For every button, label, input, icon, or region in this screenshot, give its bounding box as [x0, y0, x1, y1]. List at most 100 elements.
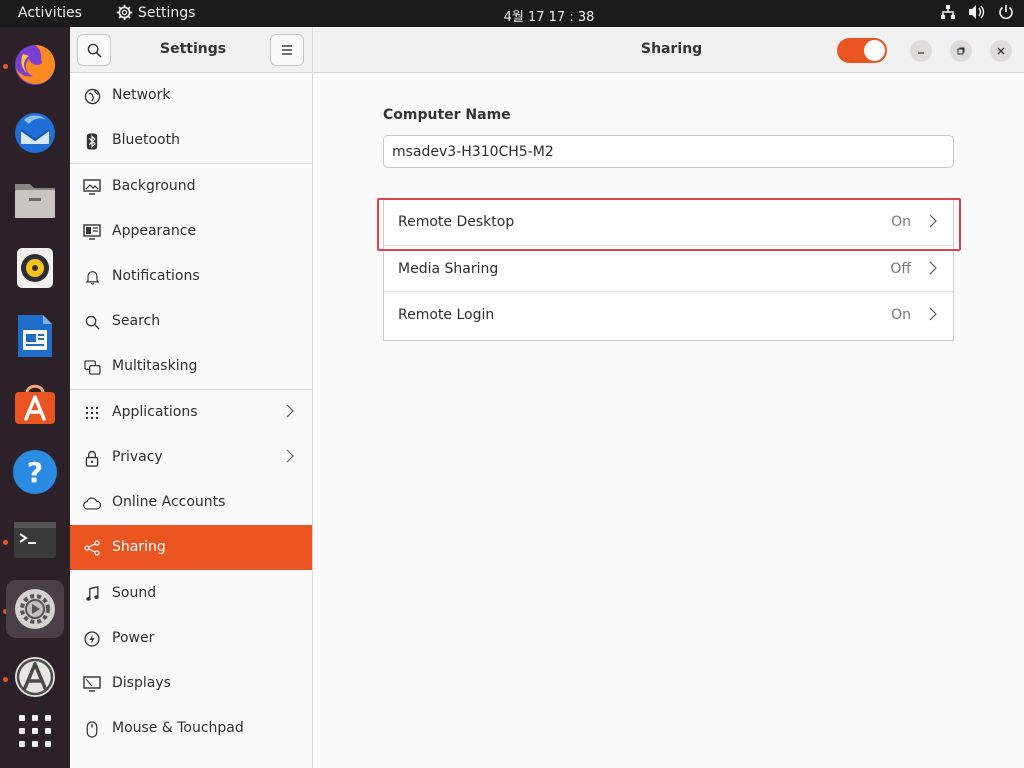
bluetooth-icon	[83, 132, 101, 150]
sidebar-title: Settings	[160, 41, 227, 57]
sharing-master-switch[interactable]	[837, 38, 887, 63]
lock-icon	[83, 449, 101, 467]
sidebar-item-label: Multitasking	[112, 358, 198, 374]
dock: ?	[0, 27, 70, 768]
writer-icon[interactable]	[6, 307, 64, 365]
row-label: Media Sharing	[398, 261, 499, 277]
row-status: On	[891, 307, 911, 323]
settings-window: Settings Sharing Network Bluetooth Backg…	[70, 27, 1024, 768]
row-status: Off	[890, 261, 911, 277]
volume-icon	[969, 5, 985, 19]
power-icon	[83, 630, 101, 648]
svg-text:?: ?	[27, 456, 43, 489]
sidebar-item-applications[interactable]: Applications	[70, 390, 312, 435]
close-button[interactable]	[990, 40, 1012, 62]
firefox-icon[interactable]	[6, 35, 64, 93]
sidebar-item-label: Sound	[112, 585, 157, 601]
remote-login-row[interactable]: Remote Login On	[384, 291, 953, 337]
power-icon	[999, 5, 1013, 20]
clock[interactable]: 4월 17 17 : 38	[0, 6, 1024, 25]
top-bar: Activities Settings 4월 17 17 : 38	[0, 0, 1024, 27]
restore-icon	[957, 47, 965, 55]
display-icon	[83, 675, 101, 693]
sidebar-item-multitasking[interactable]: Multitasking	[70, 344, 312, 389]
network-icon	[941, 5, 955, 19]
chevron-right-icon	[929, 214, 937, 232]
sidebar-item-label: Power	[112, 630, 155, 646]
sidebar-item-privacy[interactable]: Privacy	[70, 435, 312, 480]
sidebar-item-mouse-touchpad[interactable]: Mouse & Touchpad	[70, 706, 312, 751]
sidebar-item-label: Applications	[112, 404, 198, 420]
sidebar-item-notifications[interactable]: Notifications	[70, 254, 312, 299]
search-button[interactable]	[77, 34, 111, 66]
sidebar-item-label: Bluetooth	[112, 132, 180, 148]
sharing-panel: Computer Name Remote Desktop On Media Sh…	[313, 73, 1024, 768]
sidebar-item-network[interactable]: Network	[70, 73, 312, 118]
ubuntu-software-icon[interactable]	[6, 375, 64, 433]
computer-name-field[interactable]	[383, 135, 954, 168]
background-icon	[83, 178, 101, 196]
search-icon	[87, 43, 102, 58]
chevron-right-icon	[929, 261, 937, 279]
minimize-button[interactable]	[910, 40, 932, 62]
settings-dock-icon[interactable]	[6, 580, 64, 638]
sidebar-item-search[interactable]: Search	[70, 299, 312, 344]
search-icon	[83, 313, 101, 331]
multitasking-icon	[83, 358, 101, 376]
sidebar-item-label: Sharing	[112, 539, 166, 555]
sidebar-item-online-accounts[interactable]: Online Accounts	[70, 480, 312, 525]
system-tray[interactable]	[940, 4, 1014, 20]
restore-button[interactable]	[950, 40, 972, 62]
sidebar-item-label: Network	[112, 87, 171, 103]
grid-icon	[83, 404, 101, 422]
sidebar-item-label: Search	[112, 313, 161, 329]
remote-desktop-row[interactable]: Remote Desktop On	[384, 199, 953, 245]
sidebar-item-sharing[interactable]: Sharing	[70, 525, 312, 570]
sidebar-item-label: Privacy	[112, 449, 163, 465]
page-title: Sharing	[641, 41, 703, 57]
help-icon[interactable]: ?	[6, 443, 64, 501]
row-label: Remote Login	[398, 307, 495, 323]
sidebar-item-label: Background	[112, 178, 196, 194]
rhythmbox-icon[interactable]	[6, 239, 64, 297]
settings-sidebar: Network Bluetooth Background Appearance …	[70, 73, 313, 768]
mouse-icon	[83, 720, 101, 738]
chevron-right-icon	[929, 307, 937, 325]
sidebar-item-label: Mouse & Touchpad	[112, 720, 244, 736]
sidebar-item-label: Appearance	[112, 223, 197, 239]
sidebar-item-appearance[interactable]: Appearance	[70, 209, 312, 254]
software-updater-icon[interactable]	[6, 648, 64, 706]
media-sharing-row[interactable]: Media Sharing Off	[384, 245, 953, 291]
main-header: Sharing	[313, 27, 1024, 73]
cloud-icon	[83, 494, 101, 512]
terminal-icon[interactable]	[6, 511, 64, 569]
sidebar-item-displays[interactable]: Displays	[70, 661, 312, 706]
close-icon	[997, 47, 1005, 55]
sidebar-item-background[interactable]: Background	[70, 164, 312, 209]
sidebar-item-bluetooth[interactable]: Bluetooth	[70, 118, 312, 163]
share-icon	[83, 539, 101, 557]
sidebar-item-power[interactable]: Power	[70, 616, 312, 661]
sidebar-header: Settings	[70, 27, 313, 73]
row-label: Remote Desktop	[398, 214, 515, 230]
sidebar-item-label: Notifications	[112, 268, 200, 284]
sidebar-item-label: Online Accounts	[112, 494, 226, 510]
sidebar-item-label: Displays	[112, 675, 171, 691]
thunderbird-icon[interactable]	[6, 103, 64, 161]
appearance-icon	[83, 223, 101, 241]
computer-name-label: Computer Name	[383, 107, 511, 123]
switch-knob	[864, 40, 885, 61]
show-applications-icon[interactable]	[6, 702, 64, 760]
bell-icon	[83, 268, 101, 286]
sharing-services-list: Remote Desktop On Media Sharing Off Remo…	[383, 198, 954, 341]
main-menu-button[interactable]	[270, 34, 304, 66]
sidebar-item-sound[interactable]: Sound	[70, 571, 312, 616]
hamburger-menu-icon	[282, 45, 292, 55]
chevron-right-icon	[286, 449, 294, 467]
music-note-icon	[83, 585, 101, 603]
chevron-right-icon	[286, 404, 294, 422]
minimize-icon	[918, 52, 924, 54]
files-icon[interactable]	[6, 171, 64, 229]
network-icon	[83, 87, 101, 105]
row-status: On	[891, 214, 911, 230]
